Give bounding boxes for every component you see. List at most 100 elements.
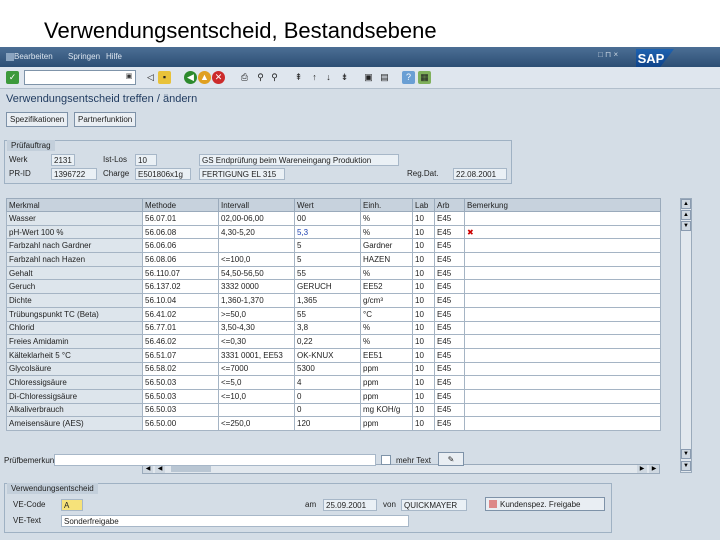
column-header-3[interactable]: Wert [294, 198, 361, 212]
column-header-0[interactable]: Merkmal [6, 198, 143, 212]
ud-code-field[interactable]: A [61, 499, 83, 511]
history-icon[interactable]: ▣ [124, 72, 134, 83]
ud-text-field[interactable]: Sonderfreigabe [61, 515, 409, 527]
table-cell[interactable]: 55 [294, 306, 361, 322]
menu-item-hilfe[interactable]: Hilfe [106, 52, 122, 61]
next-page-icon[interactable]: ↓ [322, 71, 335, 84]
column-header-4[interactable]: Einh. [360, 198, 413, 212]
customer-release-button[interactable]: Kundenspez. Freigabe [485, 497, 605, 511]
table-cell[interactable]: 5 [294, 238, 361, 254]
table-cell: ppm [360, 361, 413, 377]
back-history-icon[interactable]: ◁ [144, 71, 157, 84]
table-row[interactable]: Gehalt 56.110.07 54,50-56,50 55% 10 E45 [6, 265, 661, 281]
table-row[interactable]: Farbzahl nach Hazen 56.08.06 <=100,0 5 HAZEN… [6, 252, 661, 267]
table-row[interactable]: pH-Wert 100 % 56.06.08 4,30-5,20 5,3% 10 E45 ✖ [6, 224, 661, 240]
save-icon[interactable]: ▪ [158, 71, 171, 84]
scroll-right2-icon[interactable]: ▶ [637, 465, 647, 473]
find-icon[interactable]: ⚲ [254, 71, 267, 84]
command-field[interactable]: ▣ [24, 70, 136, 85]
table-cell[interactable]: 5 [294, 252, 361, 267]
previous-page-icon[interactable]: ↑ [308, 71, 321, 84]
column-header-2[interactable]: Intervall [218, 198, 295, 212]
window-controls[interactable]: □ ⊓ × [598, 50, 618, 59]
find-next-icon[interactable]: ⚲ [268, 71, 281, 84]
scroll-right-icon[interactable]: ▶ [649, 465, 659, 473]
table-row[interactable]: Trübungspunkt TC (Beta) 56.41.02 >=50,0 55 °… [6, 306, 661, 322]
table-cell[interactable]: 0,22 [294, 334, 361, 349]
column-header-1[interactable]: Methode [142, 198, 219, 212]
partner-function-button[interactable]: Partnerfunktion [74, 112, 137, 127]
last-page-icon[interactable]: ⇟ [338, 71, 351, 84]
specifications-button[interactable]: Spezifikationen [6, 112, 69, 127]
pruefid-field[interactable]: 1396722 [51, 168, 97, 180]
table-row[interactable]: Wasser 56.07.01 02,00-06,00 00% 10 E45 [6, 211, 661, 226]
enter-icon[interactable]: ✓ [6, 71, 19, 84]
scroll-top-icon[interactable]: ▲ [681, 199, 691, 209]
table-cell: >=50,0 [218, 306, 295, 322]
window-icon [6, 53, 14, 61]
table-cell[interactable]: 4 [294, 375, 361, 390]
back-icon[interactable]: ◀ [184, 71, 197, 84]
table-row[interactable]: Chlorid 56.77.01 3,50-4,30 3,8% 10 E45 [6, 320, 661, 336]
table-row[interactable]: Ameisensäure (AES) 56.50.00 <=250,0 120 ppm 1… [6, 416, 661, 431]
table-row[interactable]: Alkaliverbrauch 56.50.03 0 mg KOH/g 10 E45 [6, 402, 661, 418]
table-row[interactable]: Freies Amidamin 56.46.02 <=0,30 0,22% 10 E45 [6, 334, 661, 349]
table-cell[interactable]: 1,365 [294, 293, 361, 308]
table-cell: 56.10.04 [142, 293, 219, 308]
print-icon[interactable]: ⎙ [238, 71, 251, 84]
table-cell[interactable]: 0 [294, 388, 361, 404]
table-row[interactable]: Dichte 56.10.04 1,360-1,370 1,365 g/cm³ 10 E45 [6, 293, 661, 308]
scroll-bottom-icon[interactable]: ▼ [681, 461, 691, 471]
table-cell[interactable]: 0 [294, 402, 361, 418]
table-row[interactable]: Glycolsäure 56.58.02 <=7000 5300 ppm 10 E45 [6, 361, 661, 377]
first-page-icon[interactable]: ⇞ [292, 71, 305, 84]
exit-icon[interactable]: ▲ [198, 71, 211, 84]
new-session-icon[interactable]: ▣ [362, 71, 375, 84]
table-row[interactable]: Chloressigsäure 56.50.03 <=5,0 4 ppm 10 E45 [6, 375, 661, 390]
cancel-icon[interactable]: ✕ [212, 71, 225, 84]
layout-icon[interactable]: ▦ [418, 71, 431, 84]
table-row[interactable]: Di-Chloressigsäure 56.50.03 <=10,0 0 ppm 10 E4… [6, 388, 661, 404]
shortcut-icon[interactable]: ▤ [378, 71, 391, 84]
column-header-7[interactable]: Bemerkung [464, 198, 661, 212]
menu-item-bearbeiten[interactable]: Bearbeiten [14, 52, 53, 61]
scroll-down2-icon[interactable]: ▼ [681, 449, 691, 459]
scroll-left-icon[interactable]: ◀ [143, 465, 153, 473]
column-header-5[interactable]: Lab [412, 198, 435, 212]
ist-los-label: Ist-Los [103, 155, 128, 164]
scroll-down-icon[interactable]: ▼ [681, 221, 691, 231]
table-cell: 10 [412, 361, 435, 377]
table-cell[interactable]: 00 [294, 211, 361, 226]
table-vertical-scrollbar[interactable]: ▲ ▲ ▼ ▼ ▼ [680, 198, 692, 473]
table-cell [218, 238, 295, 254]
table-cell: Chloressigsäure [6, 375, 143, 390]
table-cell[interactable]: 5,3 [294, 224, 361, 240]
table-cell[interactable]: 120 [294, 416, 361, 431]
table-row[interactable]: Kälteklarheit 5 °C 56.51.07 3331 0001, EE5… [6, 347, 661, 363]
longtext-edit-icon[interactable]: ✎ [438, 452, 464, 466]
table-cell: E45 [434, 238, 465, 254]
table-row[interactable]: Geruch 56.137.02 3332 0000 GERUCH EE52 10 E45 [6, 279, 661, 295]
scroll-left2-icon[interactable]: ◀ [155, 465, 165, 473]
table-cell[interactable]: OK-KNUX [294, 347, 361, 363]
table-cell: Farbzahl nach Gardner [6, 238, 143, 254]
ist-los-field[interactable]: 10 [135, 154, 157, 166]
table-cell[interactable]: GERUCH [294, 279, 361, 295]
pruefbemerkung-field[interactable] [54, 454, 376, 466]
regdat-field[interactable]: 22.08.2001 [453, 168, 507, 180]
table-cell[interactable]: 55 [294, 265, 361, 281]
table-cell: 10 [412, 402, 435, 418]
table-cell[interactable]: 5300 [294, 361, 361, 377]
inspection-lot-group-label: Prüfauftrag [7, 140, 55, 151]
scroll-up-icon[interactable]: ▲ [681, 210, 691, 220]
scroll-thumb[interactable] [171, 466, 211, 472]
column-header-6[interactable]: Arb [434, 198, 465, 212]
table-cell[interactable]: 3,8 [294, 320, 361, 336]
table-row[interactable]: Farbzahl nach Gardner 56.06.06 5 Gardner 10 E… [6, 238, 661, 254]
werk-field[interactable]: 2131 [51, 154, 75, 166]
standard-toolbar: ✓ ▣ ◁ ▪ ◀ ▲ ✕ ⎙ ⚲ ⚲ ⇞ ↑ ↓ ⇟ ▣ ▤ ? ▦ [0, 67, 720, 89]
charge-field[interactable]: E501806x1g [135, 168, 191, 180]
more-text-checkbox[interactable] [381, 455, 391, 465]
menu-item-springen[interactable]: Springen [68, 52, 100, 61]
help-icon[interactable]: ? [402, 71, 415, 84]
